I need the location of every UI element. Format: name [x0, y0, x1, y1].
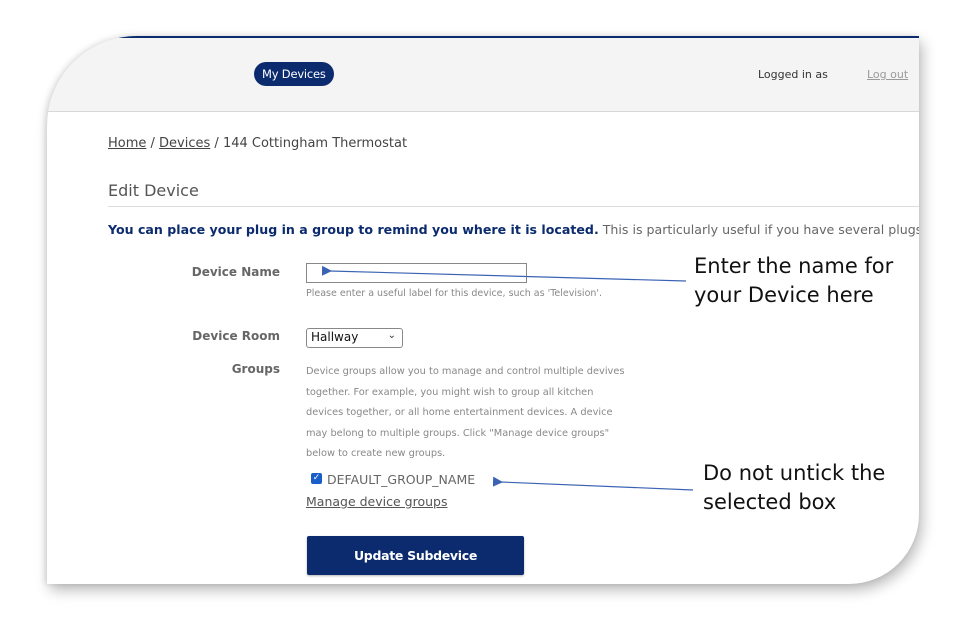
breadcrumb-home-link[interactable]: Home: [108, 136, 146, 151]
breadcrumb: Home / Devices / 144 Cottingham Thermost…: [108, 136, 407, 151]
breadcrumb-separator: /: [146, 136, 160, 151]
device-name-input[interactable]: [306, 263, 527, 283]
device-room-value: Hallway: [311, 330, 359, 344]
group-option-row: ✓ DEFAULT_GROUP_NAME: [311, 472, 475, 488]
logged-in-text: Logged in as: [758, 68, 828, 81]
top-navigation-bar: My Devices Logged in as Log out: [47, 36, 919, 112]
default-group-checkbox[interactable]: ✓: [311, 473, 322, 484]
groups-description: Device groups allow you to manage and co…: [306, 366, 625, 459]
group-annotation: Do not untick the selected box: [703, 461, 886, 514]
update-subdevice-button[interactable]: Update Subdevice: [307, 536, 524, 575]
logout-link[interactable]: Log out: [867, 68, 908, 81]
screenshot-stage: My Devices Logged in as Log out Home / D…: [0, 0, 957, 627]
intro-text: You can place your plug in a group to re…: [108, 222, 919, 237]
groups-label: Groups: [231, 362, 280, 376]
title-divider: [108, 206, 919, 207]
device-name-label: Device Name: [191, 265, 280, 279]
my-devices-button[interactable]: My Devices: [254, 62, 334, 86]
chevron-down-icon: ⌄: [387, 330, 396, 341]
page-title: Edit Device: [108, 181, 199, 200]
manage-device-groups-link[interactable]: Manage device groups: [306, 494, 447, 509]
breadcrumb-separator: /: [210, 136, 223, 151]
breadcrumb-current: 144 Cottingham Thermostat: [222, 136, 408, 151]
device-room-label: Device Room: [192, 329, 280, 343]
checkmark-icon: ✓: [312, 473, 321, 483]
device-room-select[interactable]: Hallway ⌄: [306, 328, 403, 348]
default-group-label: DEFAULT_GROUP_NAME: [327, 472, 476, 487]
intro-rest-text: This is particularly useful if you have …: [602, 222, 919, 237]
breadcrumb-devices-link[interactable]: Devices: [159, 136, 210, 151]
intro-strong-text: You can place your plug in a group to re…: [108, 222, 599, 237]
device-name-help: Please enter a useful label for this dev…: [306, 288, 603, 299]
name-annotation: Enter the name for your Device here: [694, 254, 894, 307]
